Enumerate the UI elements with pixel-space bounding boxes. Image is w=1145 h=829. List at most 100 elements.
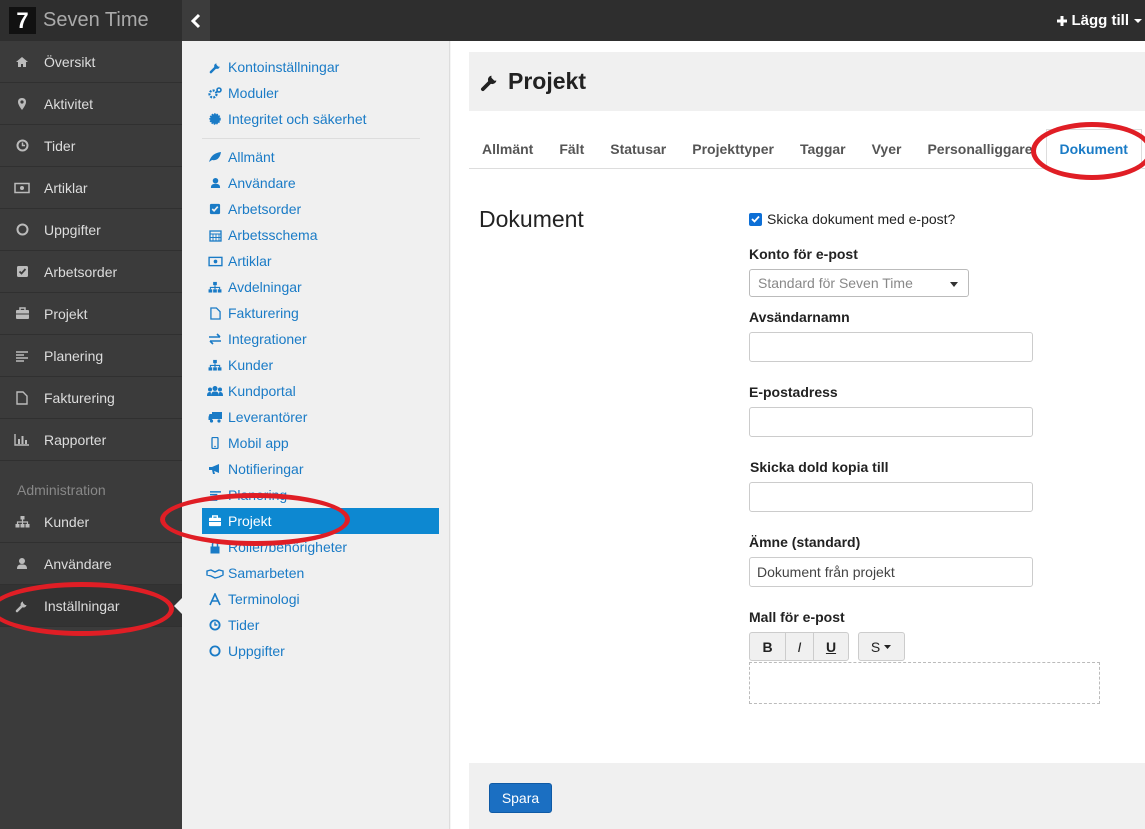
add-menu-button[interactable]: Lägg till [1056, 0, 1145, 41]
submenu-item-kunder[interactable]: Kunder [202, 352, 439, 378]
submenu-item-anvandare[interactable]: Användare [202, 170, 439, 196]
briefcase-icon [0, 307, 44, 320]
bcc-input[interactable] [749, 482, 1033, 512]
tab-personalliggare[interactable]: Personalliggare [914, 129, 1045, 169]
add-menu-label: Lägg till [1071, 12, 1130, 29]
tab-falt[interactable]: Fält [546, 129, 597, 169]
caret-down-icon [884, 644, 892, 649]
account-label: Konto för e-post [749, 246, 858, 262]
sitemap-icon [202, 281, 228, 293]
clock-icon [202, 619, 228, 631]
send-docs-checkbox[interactable] [749, 212, 762, 226]
collapse-sidebar-button[interactable] [182, 0, 210, 41]
sender-name-input[interactable] [749, 332, 1033, 362]
send-docs-checkbox-row[interactable]: Skicka dokument med e-post? [749, 211, 955, 227]
submenu-item-allmant[interactable]: Allmänt [202, 144, 439, 170]
sidebar-item-label: Fakturering [44, 389, 115, 406]
circle-icon [0, 223, 44, 236]
template-label: Mall för e-post [749, 609, 845, 625]
sidebar-item-aktivitet[interactable]: Aktivitet [0, 83, 182, 125]
submenu-item-integritet[interactable]: Integritet och säkerhet [202, 106, 439, 132]
submenu-item-avdelningar[interactable]: Avdelningar [202, 274, 439, 300]
submenu-item-fakturering[interactable]: Fakturering [202, 300, 439, 326]
sidebar-item-planering[interactable]: Planering [0, 335, 182, 377]
circle-icon [202, 645, 228, 657]
submenu-item-leverantorer[interactable]: Leverantörer [202, 404, 439, 430]
account-select[interactable]: Standard för Seven Time [749, 269, 969, 297]
email-template-editor[interactable] [749, 662, 1100, 704]
submenu-item-samarbeten[interactable]: Samarbeten [202, 560, 439, 586]
submenu-item-label: Terminologi [228, 591, 300, 607]
submenu-item-label: Tider [228, 617, 260, 633]
leaf-icon [202, 151, 228, 163]
settings-submenu: Kontoinställningar Moduler Integritet oc… [182, 41, 450, 829]
submenu-item-artiklar[interactable]: Artiklar [202, 248, 439, 274]
submenu-item-mobil-app[interactable]: Mobil app [202, 430, 439, 456]
tab-allmant[interactable]: Allmänt [469, 129, 546, 169]
submenu-item-label: Användare [228, 175, 296, 191]
submenu-item-moduler[interactable]: Moduler [202, 80, 439, 106]
sidebar-item-kunder[interactable]: Kunder [0, 501, 182, 543]
style-dropdown-button[interactable]: S [858, 632, 905, 661]
sidebar-item-oversikt[interactable]: Översikt [0, 41, 182, 83]
brand[interactable]: 7 Seven Time [0, 0, 182, 41]
home-icon [0, 56, 44, 68]
sidebar-item-uppgifter[interactable]: Uppgifter [0, 209, 182, 251]
submenu-item-label: Leverantörer [228, 409, 308, 425]
submenu-item-arbetsorder[interactable]: Arbetsorder [202, 196, 439, 222]
annotation-circle-projekt-submenu [160, 493, 350, 546]
sidebar-item-label: Artiklar [44, 179, 88, 196]
submenu-item-arbetsschema[interactable]: Arbetsschema [202, 222, 439, 248]
sidebar-item-artiklar[interactable]: Artiklar [0, 167, 182, 209]
section-title: Dokument [479, 206, 584, 232]
check-square-icon [202, 203, 228, 215]
save-button[interactable]: Spara [489, 783, 552, 813]
account-select-value: Standard för Seven Time [758, 275, 913, 291]
chevron-left-icon [190, 13, 201, 28]
email-input[interactable] [749, 407, 1033, 437]
submenu-item-terminologi[interactable]: Terminologi [202, 586, 439, 612]
submenu-item-label: Samarbeten [228, 565, 305, 581]
page-header: Projekt [469, 52, 1145, 111]
sidebar-item-label: Uppgifter [44, 221, 101, 238]
sidebar-item-anvandare[interactable]: Användare [0, 543, 182, 585]
sidebar-item-label: Arbetsorder [44, 263, 118, 280]
sidebar-item-projekt[interactable]: Projekt [0, 293, 182, 335]
cogs-icon [202, 87, 228, 99]
submenu-item-label: Uppgifter [228, 643, 285, 659]
map-marker-icon [0, 97, 44, 111]
tab-taggar[interactable]: Taggar [787, 129, 859, 169]
sidebar-item-rapporter[interactable]: Rapporter [0, 419, 182, 461]
submenu-item-tider[interactable]: Tider [202, 612, 439, 638]
app-name: Seven Time [43, 9, 149, 31]
certificate-icon [202, 113, 228, 125]
sidebar-item-fakturering[interactable]: Fakturering [0, 377, 182, 419]
submenu-item-kontoinstallningar[interactable]: Kontoinställningar [202, 54, 439, 80]
subject-label: Ämne (standard) [749, 534, 861, 550]
submenu-item-integrationer[interactable]: Integrationer [202, 326, 439, 352]
bar-chart-icon [0, 433, 44, 446]
underline-button[interactable]: U [813, 632, 849, 661]
italic-button[interactable]: I [785, 632, 814, 661]
subject-input[interactable]: Dokument från projekt [749, 557, 1033, 587]
tab-statusar[interactable]: Statusar [597, 129, 679, 169]
user-icon [202, 177, 228, 189]
user-icon [0, 557, 44, 570]
submenu-item-label: Arbetsschema [228, 227, 318, 243]
sitemap-icon [202, 359, 228, 371]
submenu-item-notifieringar[interactable]: Notifieringar [202, 456, 439, 482]
sidebar-item-arbetsorder[interactable]: Arbetsorder [0, 251, 182, 293]
style-dropdown-label: S [870, 638, 881, 655]
bullhorn-icon [202, 463, 228, 475]
submenu-item-kundportal[interactable]: Kundportal [202, 378, 439, 404]
sidebar-item-tider[interactable]: Tider [0, 125, 182, 167]
tab-projekttyper[interactable]: Projekttyper [679, 129, 787, 169]
sidebar-item-label: Kunder [44, 513, 90, 530]
submenu-item-label: Kunder [228, 357, 274, 373]
calendar-icon [202, 229, 228, 242]
align-left-icon [0, 350, 44, 362]
bold-button[interactable]: B [749, 632, 786, 661]
submenu-item-uppgifter[interactable]: Uppgifter [202, 638, 439, 664]
tab-vyer[interactable]: Vyer [859, 129, 915, 169]
bcc-label: Skicka dold kopia till [750, 459, 889, 475]
